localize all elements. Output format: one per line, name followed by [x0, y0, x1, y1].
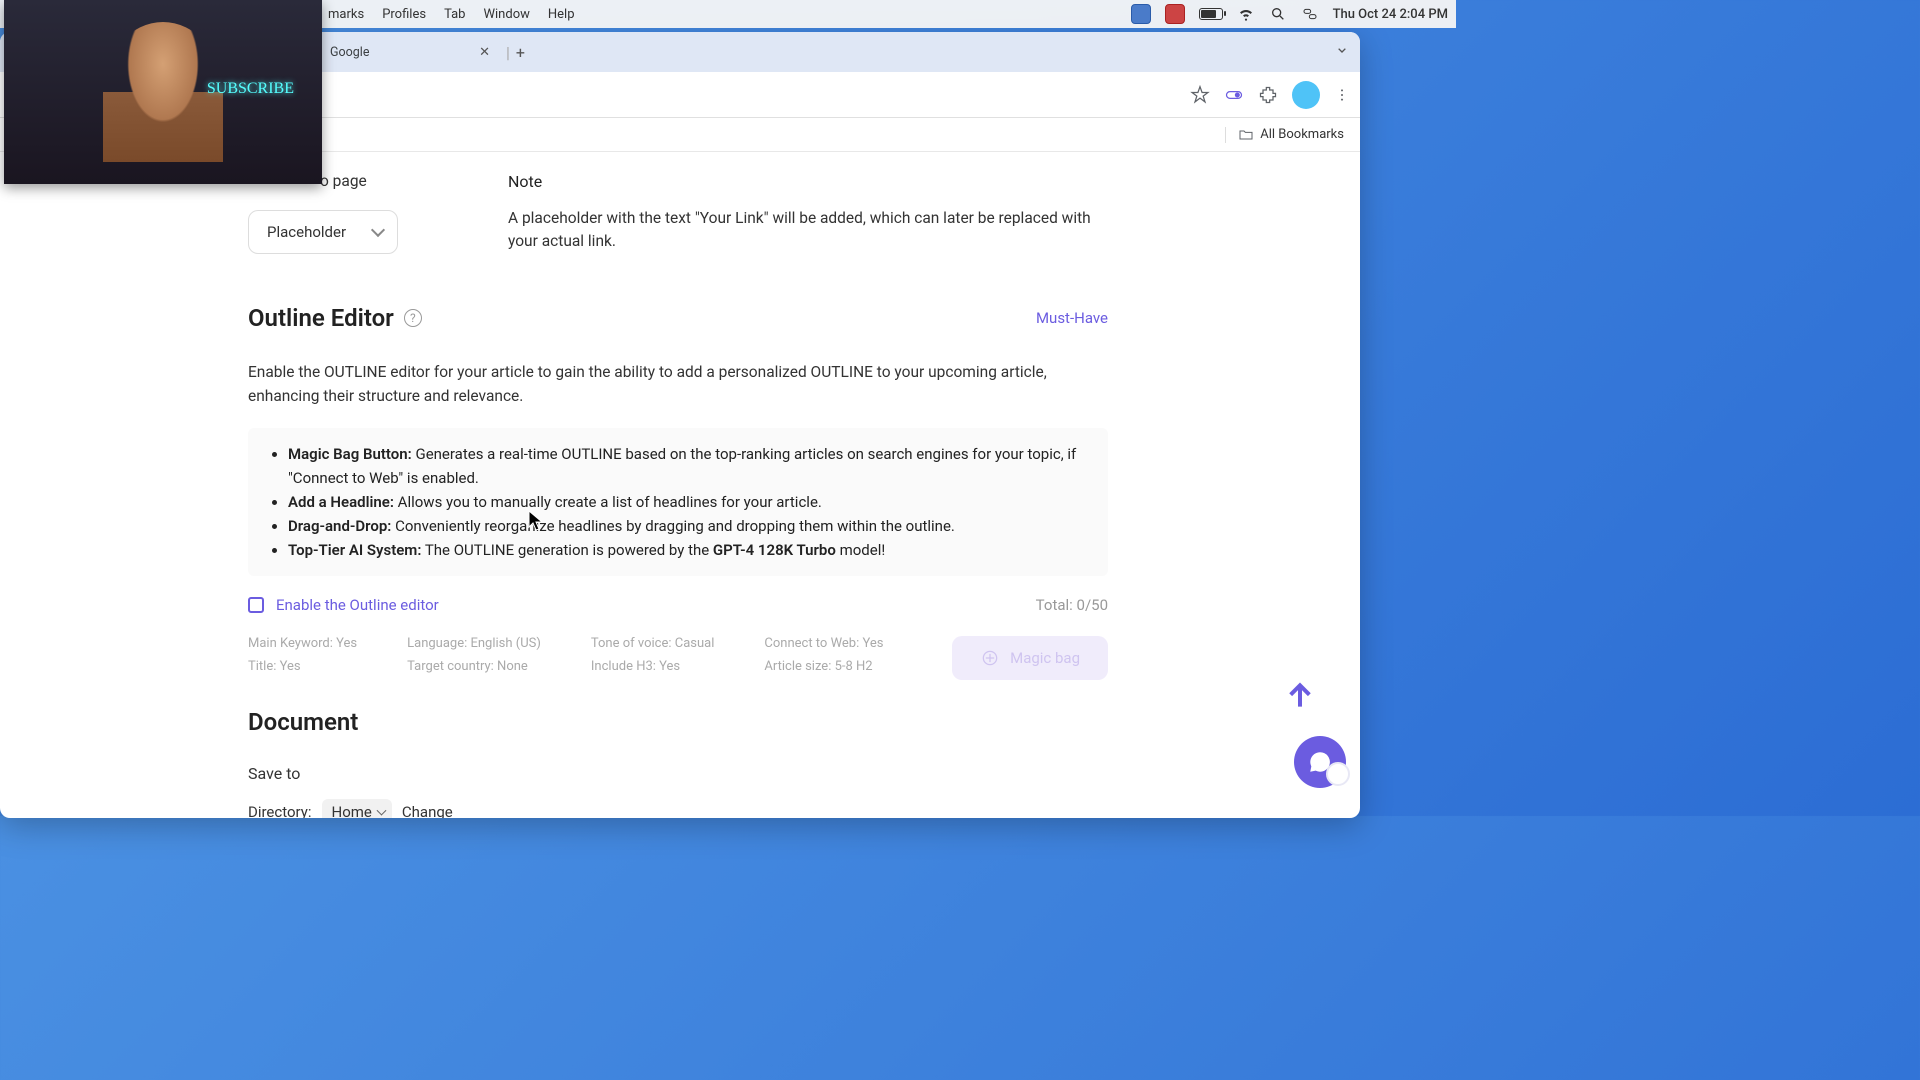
meta-target-country: Target country: None: [407, 659, 541, 674]
outline-features: Magic Bag Button: Generates a real-time …: [248, 428, 1108, 576]
wifi-icon[interactable]: [1237, 5, 1255, 23]
menu-window[interactable]: Window: [483, 7, 529, 22]
menu-profiles[interactable]: Profiles: [382, 7, 426, 22]
placeholder-select[interactable]: Placeholder: [248, 210, 398, 254]
feature-magic-bag: Magic Bag Button: Generates a real-time …: [288, 442, 1088, 490]
outline-description: Enable the OUTLINE editor for your artic…: [248, 360, 1108, 408]
battery-icon[interactable]: [1199, 8, 1223, 20]
enable-outline-checkbox[interactable]: [248, 597, 264, 613]
directory-select[interactable]: Home: [322, 799, 392, 818]
subscribe-neon-sign: SUBSCRIBE: [207, 80, 294, 98]
meta-article-size: Article size: 5-8 H2: [764, 659, 883, 674]
close-tab-icon[interactable]: ✕: [479, 45, 490, 60]
directory-label: Directory:: [248, 803, 312, 818]
feature-headline: Add a Headline: Allows you to manually c…: [288, 490, 1088, 514]
folder-icon: [1238, 127, 1254, 143]
tab-title: Google: [330, 45, 369, 60]
outline-editor-title: Outline Editor: [248, 304, 394, 332]
profile-avatar[interactable]: [1292, 81, 1320, 109]
star-icon[interactable]: [1190, 85, 1210, 105]
extensions-icon[interactable]: [1258, 85, 1278, 105]
menubar-clock[interactable]: Thu Oct 24 2:04 PM: [1333, 7, 1448, 22]
search-icon[interactable]: [1269, 5, 1287, 23]
magic-bag-icon: [980, 648, 1000, 668]
meta-title: Title: Yes: [248, 659, 357, 674]
webcam-person: [103, 22, 223, 162]
meta-include-h3: Include H3: Yes: [591, 659, 715, 674]
menu-bookmarks[interactable]: marks: [328, 7, 364, 22]
magic-bag-label: Magic bag: [1010, 649, 1080, 667]
magic-bag-button[interactable]: Magic bag: [952, 636, 1108, 680]
enable-outline-label[interactable]: Enable the Outline editor: [276, 596, 439, 614]
new-tab-button[interactable]: +: [516, 43, 525, 62]
outline-total-count: Total: 0/50: [1036, 596, 1108, 614]
menu-help[interactable]: Help: [548, 7, 575, 22]
meta-main-keyword: Main Keyword: Yes: [248, 636, 357, 651]
chat-icon: [1307, 749, 1333, 775]
feature-ai-system: Top-Tier AI System: The OUTLINE generati…: [288, 538, 1088, 562]
note-text: A placeholder with the text "Your Link" …: [508, 207, 1108, 254]
all-bookmarks-button[interactable]: All Bookmarks: [1225, 127, 1344, 143]
all-bookmarks-label: All Bookmarks: [1260, 127, 1344, 142]
placeholder-select-value: Placeholder: [267, 223, 346, 241]
meta-connect-web: Connect to Web: Yes: [764, 636, 883, 651]
outline-meta-row: Main Keyword: Yes Title: Yes Language: E…: [248, 632, 1108, 708]
tab-list-button[interactable]: [1334, 42, 1350, 62]
directory-value: Home: [332, 803, 372, 818]
meta-tone: Tone of voice: Casual: [591, 636, 715, 651]
extension-toggle-icon[interactable]: [1224, 85, 1244, 105]
scroll-to-top-button[interactable]: [1278, 674, 1322, 718]
feature-drag-drop: Drag-and-Drop: Conveniently reorganize h…: [288, 514, 1088, 538]
browser-tab[interactable]: Google ✕: [320, 36, 500, 68]
meta-language: Language: English (US): [407, 636, 541, 651]
tab-separator: |: [506, 43, 510, 62]
menu-tab[interactable]: Tab: [444, 7, 465, 22]
more-icon[interactable]: [1334, 85, 1350, 105]
arrow-up-icon: [1284, 680, 1316, 712]
page-content: o page Placeholder Note A placeholder wi…: [0, 152, 1360, 818]
control-center-icon[interactable]: [1301, 5, 1319, 23]
must-have-badge: Must-Have: [1036, 309, 1108, 327]
note-label: Note: [508, 172, 1108, 191]
help-icon[interactable]: ?: [404, 309, 422, 327]
screen-record-icon[interactable]: [1131, 4, 1151, 24]
cursor-icon: [528, 510, 544, 534]
save-to-label: Save to: [248, 764, 1108, 783]
webcam-overlay: SUBSCRIBE: [4, 0, 322, 184]
app-icon[interactable]: [1165, 4, 1185, 24]
change-directory-link[interactable]: Change: [402, 803, 453, 818]
chat-widget-button[interactable]: [1294, 736, 1346, 788]
document-title: Document: [248, 708, 1108, 736]
